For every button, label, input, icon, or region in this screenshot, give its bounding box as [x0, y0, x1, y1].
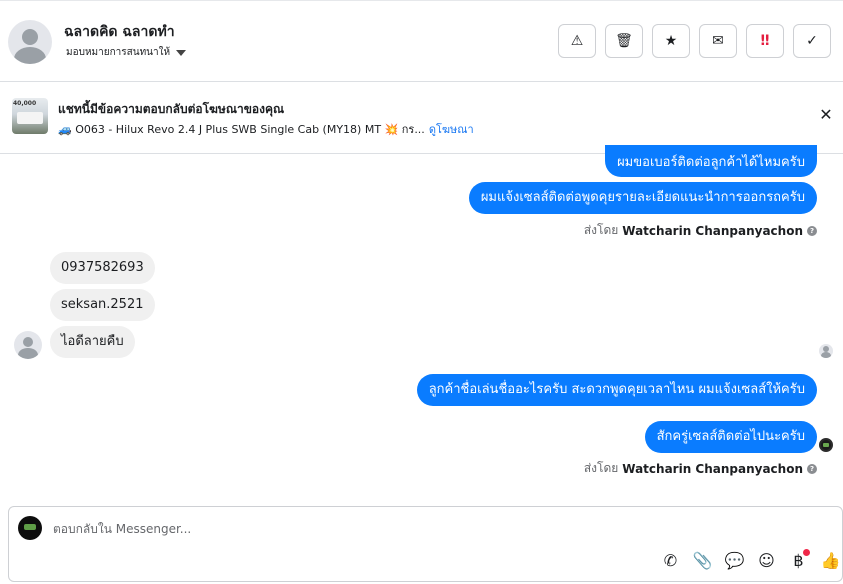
info-icon[interactable]: ?: [807, 225, 817, 236]
message-outgoing: ผมแจ้งเซลส์ติดต่อพูดคุยรายละเอียดแนะนำกา…: [468, 182, 817, 214]
sent-by-name: Watcharin Chanpanyachon: [622, 223, 803, 238]
caret-down-icon: [176, 49, 187, 56]
conversation-header: ฉลาดคิด ฉลาดทำ มอบหมายการสนทนาให้ ⚠ 🗑 ★ …: [0, 0, 843, 82]
composer-toolbar: ✆ 📎 💬 ☺ ฿ 👍: [659, 549, 842, 572]
contact-avatar-small[interactable]: [14, 331, 42, 359]
message-incoming: 0937582693: [50, 252, 155, 284]
assign-conversation-dropdown[interactable]: มอบหมายการสนทนาให้: [66, 45, 187, 60]
sent-by-label: ส่งโดย Watcharin Chanpanyachon ?: [584, 221, 817, 240]
message-incoming: seksan.2521: [50, 289, 155, 321]
assign-label: มอบหมายการสนทนาให้: [66, 47, 171, 58]
spam-button[interactable]: ⚠: [558, 24, 596, 58]
message-outgoing: ผมขอเบอร์ติดต่อลูกค้าได้ไหมครับ: [605, 145, 817, 177]
thumbs-up-icon[interactable]: 👍: [819, 549, 842, 572]
attachment-icon[interactable]: 📎: [691, 549, 714, 572]
page-read-receipt-avatar: [819, 438, 833, 452]
info-icon[interactable]: ?: [807, 463, 817, 474]
view-ad-link[interactable]: ดูโฆษณา: [429, 120, 474, 138]
call-add-icon[interactable]: ✆: [659, 549, 682, 572]
contact-avatar[interactable]: [8, 20, 52, 64]
delete-button[interactable]: 🗑: [605, 24, 643, 58]
reply-input[interactable]: [53, 520, 753, 538]
priority-icon: ‼: [760, 33, 770, 49]
ad-reply-banner: 40,000 แชทนี้มีข้อความตอบกลับต่อโฆษณาของ…: [0, 82, 843, 154]
envelope-icon: ✉: [712, 33, 724, 49]
done-button[interactable]: ✓: [793, 24, 831, 58]
trash-icon: 🗑: [615, 33, 633, 49]
contact-name[interactable]: ฉลาดคิด ฉลาดทำ: [64, 21, 175, 43]
warning-icon: ⚠: [570, 33, 584, 49]
sent-by-name: Watcharin Chanpanyachon: [622, 461, 803, 476]
star-icon: ★: [664, 33, 678, 49]
ad-description: 🚙 O063 - Hilux Revo 2.4 J Plus SWB Singl…: [58, 123, 425, 136]
mark-unread-button[interactable]: ✉: [699, 24, 737, 58]
message-incoming: ไอดีลายคืบ: [50, 326, 135, 358]
sent-by-prefix: ส่งโดย: [583, 461, 619, 475]
priority-button[interactable]: ‼: [746, 24, 784, 58]
message-outgoing: ลูกค้าชื่อเล่นชื่ออะไรครับ สะดวกพูดคุยเว…: [416, 374, 817, 406]
emoji-icon[interactable]: ☺: [755, 549, 778, 572]
saved-replies-icon[interactable]: 💬: [723, 549, 746, 572]
notification-dot: [803, 549, 810, 556]
banner-title: แชทนี้มีข้อความตอบกลับต่อโฆษณาของคุณ: [58, 102, 285, 116]
check-icon: ✓: [806, 33, 818, 49]
close-icon[interactable]: ✕: [819, 107, 833, 123]
sent-by-label: ส่งโดย Watcharin Chanpanyachon ?: [584, 459, 817, 478]
star-button[interactable]: ★: [652, 24, 690, 58]
read-receipt-avatar: [819, 344, 833, 358]
header-actions: ⚠ 🗑 ★ ✉ ‼ ✓: [558, 24, 831, 58]
ad-thumbnail[interactable]: 40,000: [12, 98, 48, 134]
sent-by-prefix: ส่งโดย: [583, 223, 619, 237]
page-avatar[interactable]: [18, 516, 42, 540]
thumbnail-price-label: 40,000: [13, 100, 37, 107]
banner-ad-info: 🚙 O063 - Hilux Revo 2.4 J Plus SWB Singl…: [58, 120, 474, 138]
message-outgoing: สักครู่เซลส์ติดต่อไปนะครับ: [644, 421, 817, 453]
message-composer: ✆ 📎 💬 ☺ ฿ 👍: [8, 506, 843, 582]
payment-icon[interactable]: ฿: [787, 549, 810, 572]
